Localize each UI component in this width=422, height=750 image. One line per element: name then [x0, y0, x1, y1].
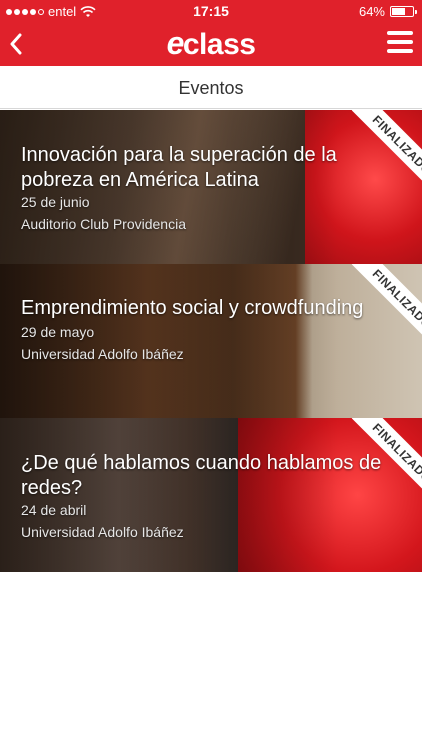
battery-percent: 64%: [358, 4, 385, 19]
menu-button[interactable]: [387, 31, 413, 53]
battery-icon: [390, 6, 417, 17]
event-title: Emprendimiento social y crowdfunding: [21, 297, 364, 319]
finalizado-ribbon: FINALIZADO: [351, 264, 422, 344]
event-card[interactable]: Innovación para la superación de la pobr…: [0, 110, 422, 264]
event-date: 29 de mayo: [21, 324, 95, 340]
status-badge: FINALIZADO: [342, 110, 422, 190]
event-venue: Auditorio Club Providencia: [21, 216, 186, 232]
status-right: 64%: [358, 4, 417, 19]
hamburger-icon: [387, 31, 413, 35]
logo-mark: e: [166, 25, 185, 61]
finalizado-ribbon: FINALIZADO: [351, 110, 422, 190]
event-card[interactable]: Emprendimiento social y crowdfunding 29 …: [0, 264, 422, 418]
event-title: ¿De qué hablamos cuando hablamos de rede…: [21, 452, 382, 499]
eclass-logo: eclass: [0, 25, 422, 62]
status-bar: entel 17:15 64%: [0, 0, 422, 22]
status-badge: FINALIZADO: [342, 418, 422, 498]
section-header: Eventos: [0, 66, 422, 109]
app-header: entel 17:15 64% eclass: [0, 0, 422, 66]
event-venue: Universidad Adolfo Ibáñez: [21, 524, 184, 540]
event-venue: Universidad Adolfo Ibáñez: [21, 346, 184, 362]
event-card[interactable]: ¿De qué hablamos cuando hablamos de rede…: [0, 418, 422, 572]
event-date: 24 de abril: [21, 502, 87, 518]
event-date: 25 de junio: [21, 194, 90, 210]
event-title: Innovación para la superación de la pobr…: [21, 144, 337, 191]
page-title: Eventos: [178, 78, 244, 98]
status-badge: FINALIZADO: [342, 264, 422, 344]
logo-text: class: [182, 28, 256, 61]
finalizado-ribbon: FINALIZADO: [351, 418, 422, 498]
